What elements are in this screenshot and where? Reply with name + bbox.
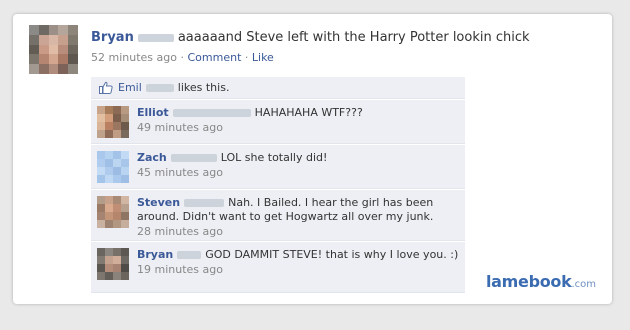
commenter-avatar[interactable] [97, 151, 129, 183]
commenter-name[interactable]: Zach [137, 151, 167, 164]
likes-text: likes this. [177, 81, 230, 94]
comment-timestamp: 49 minutes ago [137, 121, 223, 134]
commenter-name[interactable]: Bryan [137, 248, 173, 261]
commenter-avatar[interactable] [97, 196, 129, 228]
commenter-avatar[interactable] [97, 106, 129, 138]
liker-name[interactable]: Emil [118, 81, 142, 94]
comment-item: Bryan GOD DAMMIT STEVE! that is why I lov… [91, 242, 465, 293]
post-timestamp: 52 minutes ago [91, 51, 177, 64]
meta-separator: · [244, 51, 249, 64]
comment-link[interactable]: Comment [187, 51, 241, 64]
redacted-surname [145, 84, 174, 92]
redacted-surname [184, 199, 225, 207]
comment-timestamp: 45 minutes ago [137, 166, 223, 179]
post-text: aaaaaand Steve left with the Harry Potte… [177, 30, 530, 45]
meta-separator: · [180, 51, 184, 64]
comment-text: Nah. I Bailed. I hear the girl has been … [137, 196, 434, 223]
commenter-name[interactable]: Elliot [137, 106, 169, 119]
comment-text: LOL she totally did! [220, 151, 328, 164]
post-author-name[interactable]: Bryan [91, 30, 134, 45]
comment-item: Elliot HAHAHAHA WTF??? 49 minutes ago [91, 100, 465, 144]
redacted-surname [170, 154, 217, 162]
comment-text: HAHAHAHA WTF??? [254, 106, 363, 119]
redacted-surname [137, 33, 174, 42]
commenter-name[interactable]: Steven [137, 196, 180, 209]
comment-item: Steven Nah. I Bailed. I hear the girl has… [91, 190, 465, 241]
likes-bar: Emil likes this. [91, 77, 465, 99]
post-meta: 52 minutes ago · Comment · Like [91, 51, 274, 64]
comment-timestamp: 19 minutes ago [137, 263, 223, 276]
thumbs-up-icon [99, 81, 113, 94]
lamebook-watermark: lamebook.com [486, 272, 596, 291]
like-link[interactable]: Like [252, 51, 274, 64]
comment-timestamp: 28 minutes ago [137, 225, 223, 238]
author-avatar[interactable] [29, 25, 78, 74]
comment-item: Zach LOL she totally did! 45 minutes ago [91, 145, 465, 189]
comment-text: GOD DAMMIT STEVE! that is why I love you… [205, 248, 459, 261]
redacted-surname [172, 109, 251, 117]
commenter-avatar[interactable] [97, 248, 129, 280]
watermark-tld: .com [571, 279, 596, 290]
post-header: Bryan aaaaaand Steve left with the Harry … [91, 30, 601, 45]
news-feed-story: Bryan aaaaaand Steve left with the Harry … [13, 14, 612, 304]
redacted-surname [177, 251, 202, 259]
watermark-brand: lamebook [485, 272, 572, 291]
